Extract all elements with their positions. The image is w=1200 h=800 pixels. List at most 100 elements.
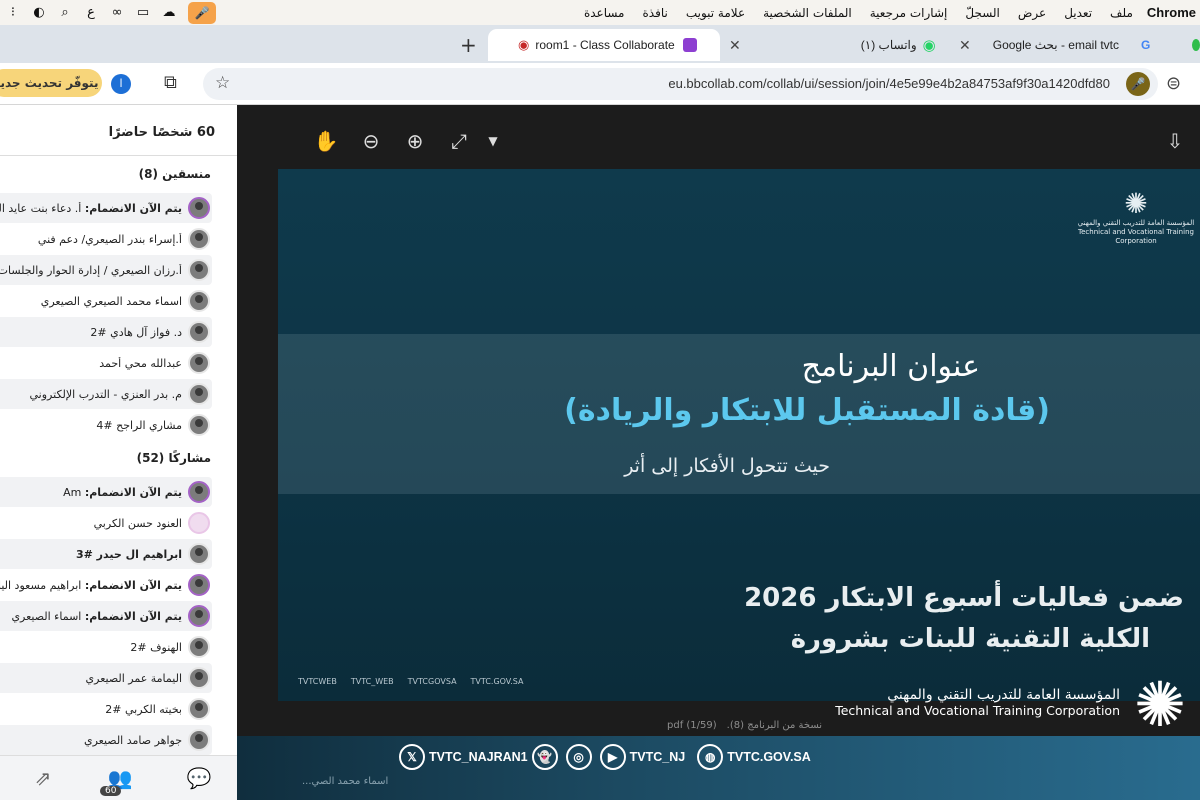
slide-org-ar: المؤسسة العامة للتدريب التقني والمهني <box>1077 219 1195 227</box>
globe-icon: ◍ <box>697 744 724 770</box>
profile-avatar[interactable]: ا <box>111 74 131 94</box>
menu-tab[interactable]: علامة تبويب <box>686 6 745 20</box>
overlay-handle: TVTC_NJ <box>629 750 686 764</box>
attendee-name: ابراهيم ال حيدر #3 <box>75 547 182 561</box>
menu-app-name[interactable]: Chrome <box>1147 5 1196 20</box>
attendee-row[interactable]: اليمامة عمر الصيعري <box>0 663 212 693</box>
search-icon[interactable]: ⌕ <box>52 0 78 25</box>
tab-label: (١) واتساب <box>860 38 917 52</box>
menu-window[interactable]: نافذة <box>643 6 668 20</box>
menu-help[interactable]: مساعدة <box>584 6 625 20</box>
attendee-row[interactable]: أ.إسراء بندر الصيعري/ دعم فني <box>0 224 212 254</box>
avatar <box>188 698 210 720</box>
attendee-name: Am <box>63 485 82 499</box>
social-handle: TVTCWEB <box>298 677 337 686</box>
attendee-row[interactable]: د. فواز آل هادي #2 <box>0 317 212 347</box>
presenter-name-ghost: اسماء محمد الصي... <box>302 776 389 787</box>
attendee-name: أ.إسراء بندر الصيعري/ دعم فني <box>37 232 182 246</box>
fit-to-page-icon[interactable]: ⤢ <box>445 127 473 155</box>
moderators-header[interactable]: منسقين (8) <box>139 167 211 181</box>
tab-strip: ✕ Google بحث - email tvtc G ✕ (١) واتساب… <box>0 25 1200 63</box>
pan-hand-icon[interactable]: ✋ <box>312 127 340 155</box>
overlay-handle: TVTC_NAJRAN1 <box>429 750 528 764</box>
attendee-name: م. بدر العنزي - التدرب الإلكتروني <box>29 387 182 401</box>
attendee-row[interactable]: ابراهيم ال حيدر #3 <box>0 539 212 569</box>
tab-google-search[interactable]: ✕ Google بحث - email tvtc G <box>955 29 1175 61</box>
avatar <box>188 574 210 596</box>
menu-profiles[interactable]: الملفات الشخصية <box>763 6 852 20</box>
stream-icon <box>682 38 697 52</box>
menu-history[interactable]: السجلّ <box>965 6 1000 20</box>
tray-overflow-icon[interactable]: ⁝ <box>0 0 26 25</box>
voice-search-icon[interactable]: 🎤 <box>1126 72 1150 96</box>
attendee-row[interactable]: يتم الآن الانضمام: أ. دعاء بنت عايد البل… <box>0 193 212 223</box>
attendee-name: جواهر صامد الصيعري <box>83 733 182 747</box>
bookmark-star-icon[interactable]: ☆ <box>215 73 230 93</box>
attendee-row[interactable]: م. بدر العنزي - التدرب الإلكتروني <box>0 379 212 409</box>
overlay-org-ar: المؤسسة العامة للتدريب التقني والمهني <box>887 687 1120 703</box>
tab-class-collaborate[interactable]: ◉ room1 - Class Collaborate <box>488 29 720 61</box>
attendee-name: أ.رزان الصيعري / إدارة الحوار والجلسات <box>0 263 182 277</box>
tab-close-icon[interactable]: ✕ <box>959 37 971 54</box>
screen-mirroring-icon[interactable]: ▭ <box>130 0 156 25</box>
google-icon: G <box>1140 38 1151 52</box>
avatar <box>188 636 210 658</box>
new-tab-button[interactable]: + <box>460 33 477 57</box>
attendee-name: العنود حسن الكربي <box>93 516 182 530</box>
attendee-name: اسماء محمد الصيعري الصيعري <box>40 294 182 308</box>
share-content-icon[interactable]: ⇗ <box>30 766 56 792</box>
control-center-icon[interactable]: ◐ <box>26 0 52 25</box>
input-language-icon[interactable]: ع <box>78 0 104 25</box>
avatar <box>188 321 210 343</box>
creative-cloud-icon[interactable]: ☁ <box>156 0 182 25</box>
avatar <box>188 259 210 281</box>
attendee-row[interactable]: العنود حسن الكربي <box>0 508 212 538</box>
avatar <box>188 605 210 627</box>
site-info-icon[interactable]: ⊜ <box>1166 73 1181 94</box>
slide-social-handles: TVTCWEB TVTC_WEB TVTCGOVSA TVTC.GOV.SA <box>298 677 524 686</box>
social-handle: TVTC.GOV.SA <box>470 677 524 686</box>
corp-logo-icon: ✺ <box>1124 187 1148 220</box>
attendee-row[interactable]: يتم الآن الانضمام: Am <box>0 477 212 507</box>
youtube-icon: ▶ <box>599 744 626 770</box>
download-icon[interactable]: ⇩ <box>1161 127 1189 155</box>
zoom-out-icon[interactable]: ⊖ <box>357 127 385 155</box>
attendee-row[interactable]: يتم الآن الانضمام: ابراهيم مسعود اليامي <box>0 570 212 600</box>
instagram-icon: ◎ <box>565 744 592 770</box>
recording-icon: ◉ <box>518 37 530 52</box>
tab-close-icon[interactable]: ✕ <box>729 37 741 54</box>
mac-menubar: Chrome ملف تعديل عرض السجلّ إشارات مرجعي… <box>0 0 1200 25</box>
menu-edit[interactable]: تعديل <box>1064 6 1092 20</box>
zoom-window-button[interactable] <box>1192 39 1200 51</box>
avatar <box>188 290 210 312</box>
x-twitter-icon: 𝕏 <box>399 744 425 770</box>
chevron-down-icon[interactable]: ▼ <box>479 127 507 155</box>
menu-file[interactable]: ملف <box>1110 6 1133 20</box>
attendee-row[interactable]: عبدالله محي أحمد <box>0 348 212 378</box>
menu-view[interactable]: عرض <box>1018 6 1046 20</box>
menu-bookmarks[interactable]: إشارات مرجعية <box>870 6 948 20</box>
attendee-row[interactable]: مشاري الراجح #4 <box>0 410 212 440</box>
attendee-row[interactable]: الهنوف #2 <box>0 632 212 662</box>
tab-whatsapp[interactable]: ✕ (١) واتساب ◉ <box>725 29 950 61</box>
link-icon[interactable]: ∞ <box>104 0 130 25</box>
slide-event-line1: ضمن فعاليات أسبوع الابتكار 2026 <box>744 583 1184 613</box>
update-available-button[interactable]: يتوفّر تحديث جديد <box>0 69 102 97</box>
tvtc-logo-icon: ✺ <box>1134 668 1186 741</box>
attendee-row[interactable]: جواهر صامد الصيعري <box>0 725 212 755</box>
tvtc-overlay-org: المؤسسة العامة للتدريب التقني والمهني Te… <box>835 687 1120 719</box>
attendee-row[interactable]: بخيته الكربي #2 <box>0 694 212 724</box>
attendee-row[interactable]: اسماء محمد الصيعري الصيعري <box>0 286 212 316</box>
microphone-icon[interactable]: 🎤 <box>188 1 216 24</box>
zoom-in-icon[interactable]: ⊕ <box>401 127 429 155</box>
address-bar[interactable]: ☆ eu.bbcollab.com/collab/ui/session/join… <box>203 68 1158 100</box>
chat-icon[interactable]: 💬 <box>186 766 212 792</box>
extensions-icon[interactable]: ⧉ <box>164 72 177 93</box>
attendee-name: مشاري الراجح #4 <box>96 418 182 432</box>
attendees-panel: 60 شخصًا حاضرًا منسقين (8) يتم الآن الان… <box>0 105 237 800</box>
attendee-row[interactable]: يتم الآن الانضمام: اسماء الصيعري <box>0 601 212 631</box>
participants-header[interactable]: مشاركًا (52) <box>137 451 211 465</box>
collab-panel-footer: 💬 👥 60 ⇗ <box>0 755 237 800</box>
avatar <box>188 352 210 374</box>
attendee-row[interactable]: أ.رزان الصيعري / إدارة الحوار والجلسات <box>0 255 212 285</box>
